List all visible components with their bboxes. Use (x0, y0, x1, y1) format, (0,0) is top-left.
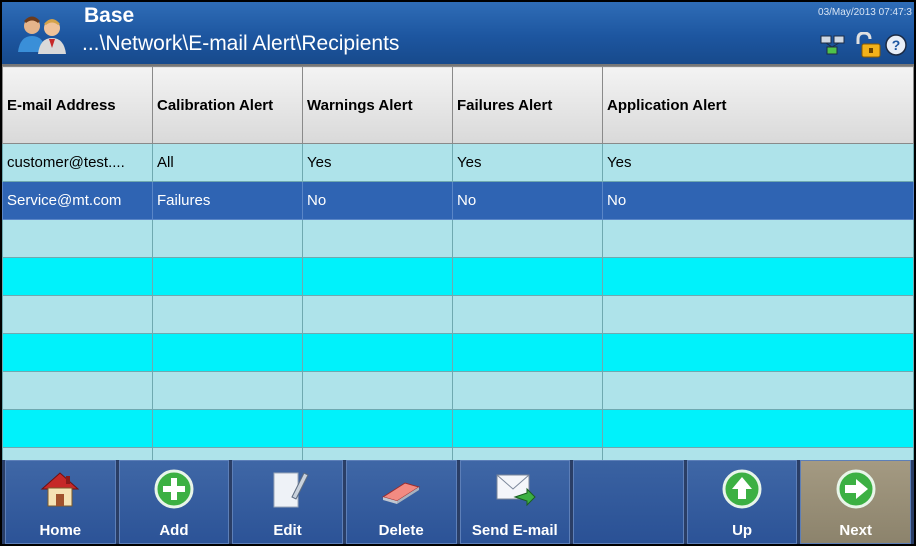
datetime-display: 03/May/2013 07:47:3 (818, 7, 912, 18)
table-cell: No (452, 181, 603, 220)
send-email-icon (496, 474, 536, 507)
table-cell: customer@test.... (2, 143, 153, 182)
header-bar: Base ...\Network\E-mail Alert\Recipients… (2, 2, 914, 64)
help-icon[interactable]: ? (884, 33, 908, 57)
network-icon[interactable] (820, 34, 850, 56)
recipients-table: E-mail Address Calibration Alert Warning… (2, 64, 914, 486)
column-header[interactable]: E-mail Address (2, 66, 153, 144)
table-row-selected[interactable]: Service@mt.com Failures No No No (2, 181, 914, 220)
next-arrow-icon (836, 469, 876, 509)
table-cell: Yes (452, 143, 603, 182)
table-row[interactable]: customer@test.... All Yes Yes Yes (2, 143, 914, 182)
table-cell: All (152, 143, 303, 182)
eraser-icon (381, 482, 421, 504)
send-email-button[interactable]: Send E-mail (459, 460, 571, 544)
up-arrow-icon (722, 469, 762, 509)
up-label: Up (732, 522, 753, 539)
add-icon (154, 469, 194, 509)
empty-row[interactable] (2, 219, 914, 258)
users-icon (18, 16, 66, 54)
edit-icon (273, 472, 309, 508)
empty-row[interactable] (2, 295, 914, 334)
delete-label: Delete (378, 522, 424, 539)
svg-text:?: ? (892, 37, 901, 53)
next-label: Next (839, 522, 872, 539)
add-label: Add (159, 522, 189, 539)
home-label: Home (39, 522, 82, 539)
empty-row[interactable] (2, 409, 914, 448)
page-title: Base (84, 4, 135, 27)
table-cell: Yes (302, 143, 453, 182)
empty-row[interactable] (2, 333, 914, 372)
lock-icon[interactable] (852, 32, 882, 58)
table-cell: Yes (602, 143, 914, 182)
column-header[interactable]: Application Alert (602, 66, 914, 144)
empty-row[interactable] (2, 371, 914, 410)
column-header[interactable]: Failures Alert (452, 66, 603, 144)
status-icons: ? (820, 32, 908, 58)
table-cell: No (302, 181, 453, 220)
send-email-label: Send E-mail (471, 522, 558, 539)
next-button[interactable]: Next (800, 460, 911, 544)
home-icon (40, 472, 80, 507)
delete-button[interactable]: Delete (345, 460, 457, 544)
table-cell: Service@mt.com (2, 181, 153, 220)
breadcrumb: ...\Network\E-mail Alert\Recipients (82, 32, 400, 55)
table-header-row: E-mail Address Calibration Alert Warning… (2, 66, 914, 144)
edit-button[interactable]: Edit (232, 460, 343, 544)
home-button[interactable]: Home (5, 460, 116, 544)
column-header[interactable]: Calibration Alert (152, 66, 303, 144)
table-cell: Failures (152, 181, 303, 220)
empty-softkey[interactable] (573, 460, 684, 544)
softkey-bar: Home Add Edit Delete Send E-mail Up Next (2, 460, 914, 544)
terminal-screen: Base ...\Network\E-mail Alert\Recipients… (0, 0, 916, 546)
edit-label: Edit (273, 522, 302, 539)
up-button[interactable]: Up (686, 460, 798, 544)
add-button[interactable]: Add (118, 460, 230, 544)
column-header[interactable]: Warnings Alert (302, 66, 453, 144)
table-cell: No (602, 181, 914, 220)
empty-row[interactable] (2, 257, 914, 296)
